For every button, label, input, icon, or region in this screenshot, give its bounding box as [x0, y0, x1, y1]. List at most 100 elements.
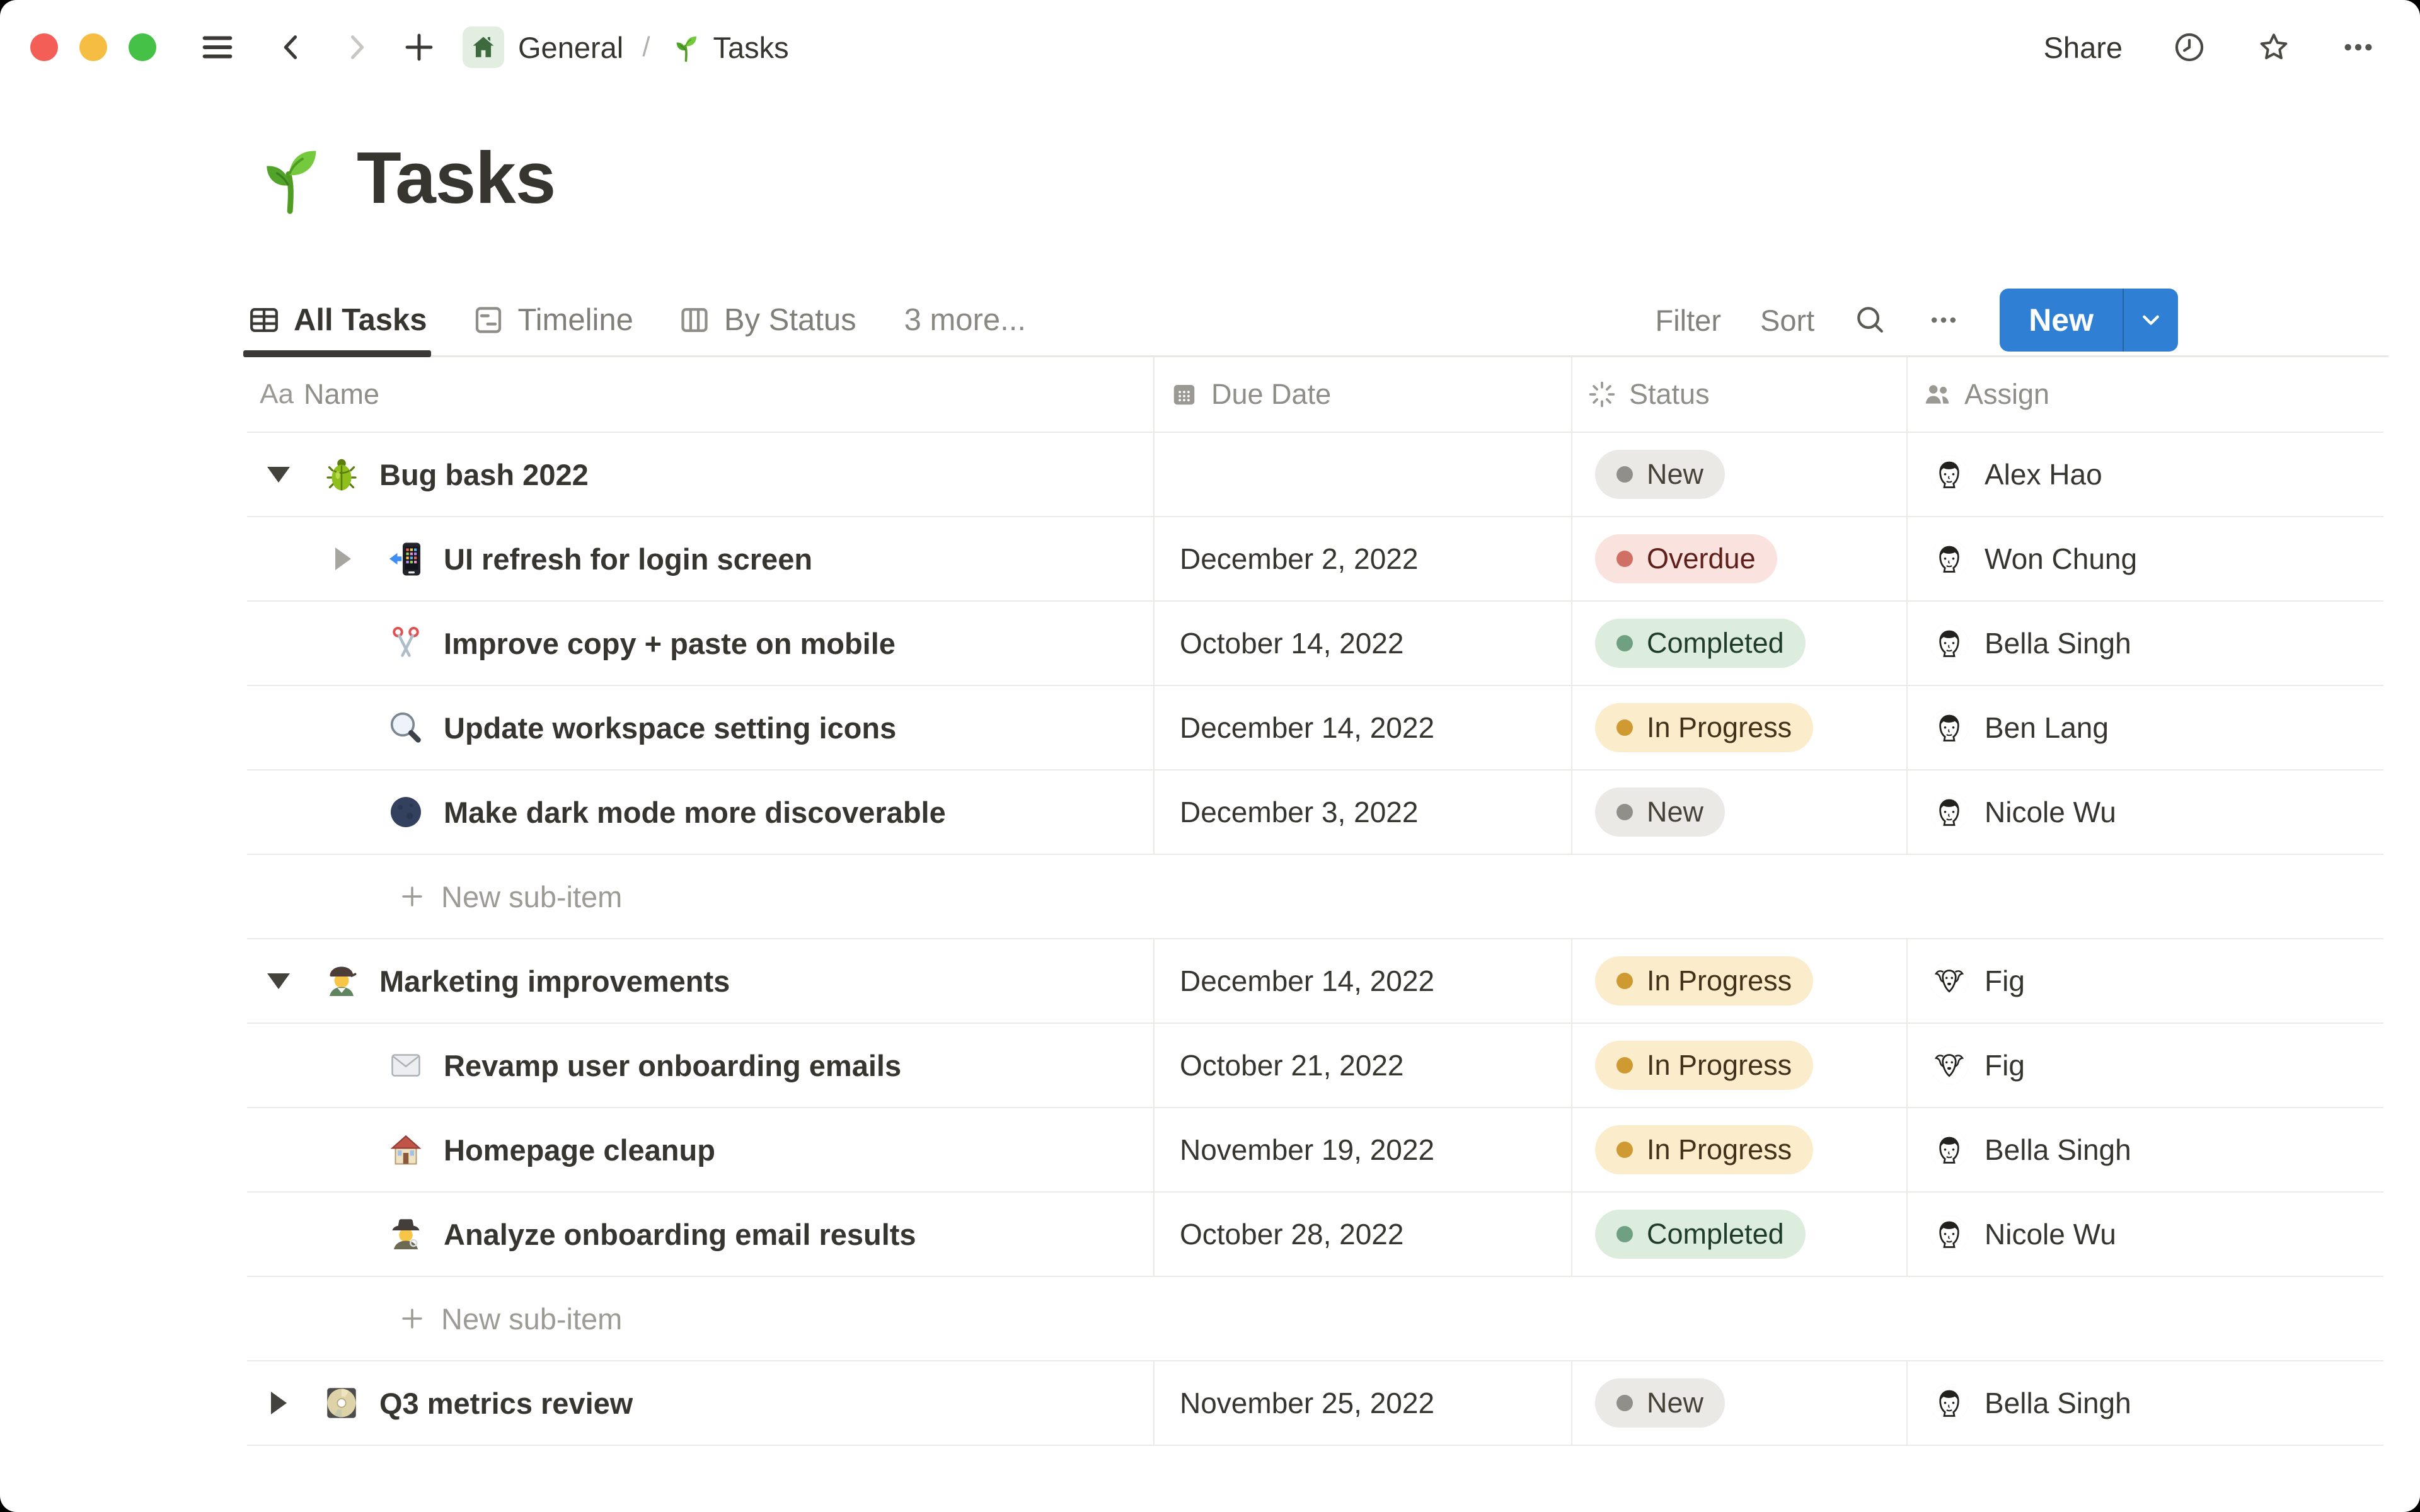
favorite-star-icon[interactable]	[2256, 30, 2291, 65]
sort-button[interactable]: Sort	[1760, 303, 1814, 338]
row-expand-toggle[interactable]	[263, 1392, 294, 1414]
column-header-status[interactable]: Status	[1571, 357, 1906, 432]
due-date-cell[interactable]	[1153, 433, 1571, 516]
column-header-name[interactable]: Aa Name	[247, 357, 1153, 432]
envelope-icon	[386, 1045, 426, 1085]
assign-cell[interactable]: Bella Singh	[1906, 1361, 2383, 1445]
status-cell[interactable]: Completed	[1571, 1193, 1906, 1276]
new-page-button[interactable]	[402, 30, 436, 64]
column-header-due-date[interactable]: Due Date	[1153, 357, 1571, 432]
table-row: UI refresh for login screen December 2, …	[247, 517, 2383, 602]
page-title: Tasks	[357, 137, 556, 219]
assignee-name: Ben Lang	[1985, 711, 2109, 744]
tab-by-status[interactable]: By Status	[677, 285, 856, 355]
assign-cell[interactable]: Alex Hao	[1906, 433, 2383, 516]
task-name-cell[interactable]: Bug bash 2022	[247, 433, 1153, 516]
due-date-value: November 19, 2022	[1180, 1133, 1435, 1166]
breadcrumb-workspace[interactable]: General	[518, 30, 623, 65]
status-label: In Progress	[1647, 1049, 1792, 1081]
status-cell[interactable]: New	[1571, 770, 1906, 854]
due-date-cell[interactable]: November 19, 2022	[1153, 1108, 1571, 1191]
breadcrumb-workspace-icon[interactable]	[463, 26, 504, 68]
row-expand-toggle[interactable]	[263, 466, 294, 483]
due-date-cell[interactable]: December 2, 2022	[1153, 517, 1571, 600]
task-name-cell[interactable]: UI refresh for login screen	[247, 517, 1153, 600]
due-date-cell[interactable]: December 3, 2022	[1153, 770, 1571, 854]
due-date-cell[interactable]: December 14, 2022	[1153, 686, 1571, 769]
task-name-cell[interactable]: Marketing improvements	[247, 939, 1153, 1022]
view-options-icon[interactable]	[1927, 303, 1961, 337]
cd-icon	[321, 1383, 362, 1423]
assign-cell[interactable]: Fig	[1906, 1024, 2383, 1107]
more-views-button[interactable]: 3 more...	[904, 302, 1026, 338]
task-name-link[interactable]: UI refresh for login screen	[444, 542, 812, 576]
table-row: Improve copy + paste on mobile October 1…	[247, 602, 2383, 686]
status-cell[interactable]: Completed	[1571, 602, 1906, 685]
task-name-link[interactable]: Bug bash 2022	[379, 457, 589, 492]
column-header-assign[interactable]: Assign	[1906, 357, 2383, 432]
new-button[interactable]: New	[2000, 289, 2178, 352]
status-cell[interactable]: Overdue	[1571, 517, 1906, 600]
status-badge: Completed	[1595, 1210, 1806, 1259]
new-button-chevron[interactable]	[2124, 289, 2178, 352]
task-name-cell[interactable]: Make dark mode more discoverable	[247, 770, 1153, 854]
status-cell[interactable]: In Progress	[1571, 686, 1906, 769]
task-name-link[interactable]: Q3 metrics review	[379, 1386, 633, 1421]
task-name-cell[interactable]: Improve copy + paste on mobile	[247, 602, 1153, 685]
page-icon-seedling[interactable]	[247, 135, 331, 220]
filter-button[interactable]: Filter	[1656, 303, 1721, 338]
assign-cell[interactable]: Nicole Wu	[1906, 1193, 2383, 1276]
task-name-link[interactable]: Revamp user onboarding emails	[444, 1048, 901, 1083]
row-expand-toggle[interactable]	[263, 973, 294, 989]
breadcrumb-page[interactable]: Tasks	[713, 30, 788, 65]
task-name-link[interactable]: Homepage cleanup	[444, 1133, 715, 1167]
task-name-cell[interactable]: Q3 metrics review	[247, 1361, 1153, 1445]
row-expand-toggle[interactable]	[328, 547, 358, 570]
task-name-cell[interactable]: Analyze onboarding email results	[247, 1193, 1153, 1276]
due-date-cell[interactable]: October 28, 2022	[1153, 1193, 1571, 1276]
assign-cell[interactable]: Bella Singh	[1906, 602, 2383, 685]
tab-label: Timeline	[517, 303, 633, 337]
new-button-label[interactable]: New	[2000, 289, 2123, 352]
due-date-cell[interactable]: October 21, 2022	[1153, 1024, 1571, 1107]
more-options-icon[interactable]	[2341, 30, 2376, 65]
sidebar-menu-icon[interactable]	[199, 29, 236, 66]
assign-cell[interactable]: Nicole Wu	[1906, 770, 2383, 854]
task-name-link[interactable]: Make dark mode more discoverable	[444, 795, 946, 830]
due-date-cell[interactable]: November 25, 2022	[1153, 1361, 1571, 1445]
zoom-window-button[interactable]	[129, 33, 156, 61]
new-sub-item-row[interactable]: New sub-item	[247, 855, 2383, 939]
task-name-link[interactable]: Analyze onboarding email results	[444, 1217, 916, 1252]
task-name-link[interactable]: Update workspace setting icons	[444, 711, 896, 745]
assign-cell[interactable]: Bella Singh	[1906, 1108, 2383, 1191]
task-name-link[interactable]: Improve copy + paste on mobile	[444, 626, 896, 661]
view-toolbar: All Tasks Timeline By Status 3 more... F…	[243, 285, 2388, 357]
status-cell[interactable]: In Progress	[1571, 1108, 1906, 1191]
back-button[interactable]	[275, 31, 308, 64]
assign-cell[interactable]: Ben Lang	[1906, 686, 2383, 769]
minimize-window-button[interactable]	[79, 33, 107, 61]
tab-timeline[interactable]: Timeline	[471, 285, 633, 355]
close-window-button[interactable]	[30, 33, 58, 61]
due-date-cell[interactable]: October 14, 2022	[1153, 602, 1571, 685]
task-name-cell[interactable]: Homepage cleanup	[247, 1108, 1153, 1191]
status-badge: In Progress	[1595, 1125, 1814, 1174]
task-name-cell[interactable]: Revamp user onboarding emails	[247, 1024, 1153, 1107]
status-label: In Progress	[1647, 1133, 1792, 1166]
assign-cell[interactable]: Fig	[1906, 939, 2383, 1022]
forward-button[interactable]	[340, 31, 373, 64]
updates-clock-icon[interactable]	[2172, 30, 2207, 65]
status-cell[interactable]: In Progress	[1571, 939, 1906, 1022]
new-sub-item-row[interactable]: New sub-item	[247, 1277, 2383, 1361]
due-date-cell[interactable]: December 14, 2022	[1153, 939, 1571, 1022]
share-button[interactable]: Share	[2044, 30, 2123, 65]
status-cell[interactable]: New	[1571, 1361, 1906, 1445]
task-name-cell[interactable]: Update workspace setting icons	[247, 686, 1153, 769]
task-name-link[interactable]: Marketing improvements	[379, 964, 730, 999]
assign-cell[interactable]: Won Chung	[1906, 517, 2383, 600]
tab-all-tasks[interactable]: All Tasks	[243, 285, 431, 357]
status-cell[interactable]: In Progress	[1571, 1024, 1906, 1107]
status-cell[interactable]: New	[1571, 433, 1906, 516]
search-icon[interactable]	[1853, 303, 1887, 337]
assignee-avatar	[1930, 1131, 1968, 1169]
